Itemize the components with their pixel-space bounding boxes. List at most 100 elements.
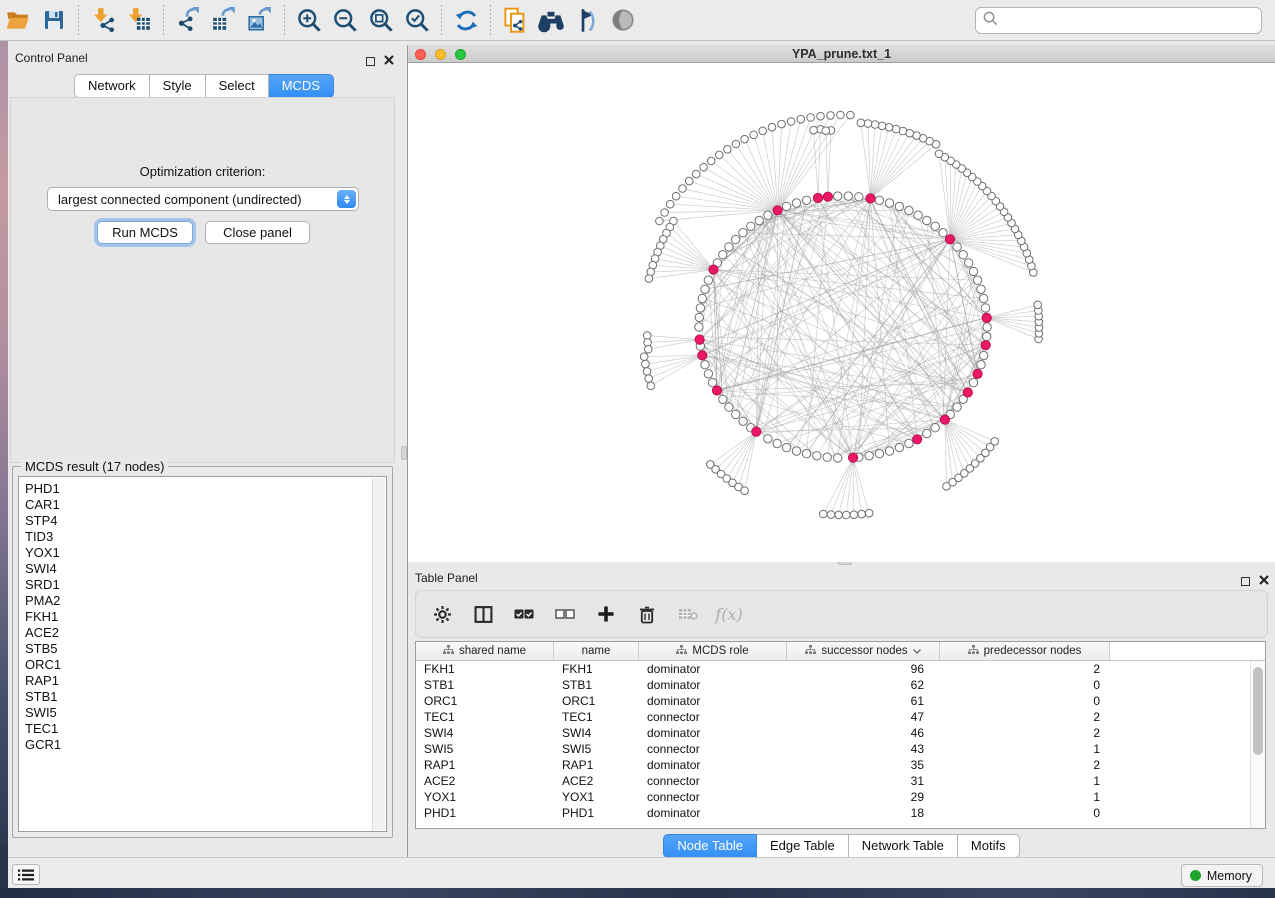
result-node[interactable]: STB5 xyxy=(19,641,386,657)
tab-edge-table[interactable]: Edge Table xyxy=(757,834,849,858)
float-panel-icon[interactable] xyxy=(366,57,375,66)
tab-node-table[interactable]: Node Table xyxy=(663,834,757,858)
select-all-checkboxes-icon[interactable] xyxy=(512,602,536,626)
search-field[interactable] xyxy=(975,7,1262,34)
result-list-scrollbar[interactable] xyxy=(372,478,385,830)
window-zoom-traffic-light[interactable] xyxy=(455,49,466,60)
tab-motifs[interactable]: Motifs xyxy=(958,834,1020,858)
mcds-panel: Optimization criterion: largest connecte… xyxy=(10,97,395,463)
attribute-type-icon xyxy=(968,645,979,658)
table-row[interactable]: STB1STB1dominator620 xyxy=(416,677,1265,693)
column-header-successor-nodes[interactable]: successor nodes xyxy=(787,642,940,660)
network-canvas[interactable] xyxy=(408,63,1275,562)
column-label: name xyxy=(582,645,611,657)
task-history-button[interactable] xyxy=(12,864,40,885)
zoom-selected-icon[interactable] xyxy=(399,4,435,36)
search-input[interactable] xyxy=(999,11,1261,31)
column-header-predecessor-nodes[interactable]: predecessor nodes xyxy=(940,642,1110,660)
import-network-icon[interactable] xyxy=(85,4,121,36)
tab-select[interactable]: Select xyxy=(206,74,269,98)
result-node[interactable]: ACE2 xyxy=(19,625,386,641)
cell-name: TEC1 xyxy=(554,709,639,725)
settings-gear-icon[interactable] xyxy=(430,602,454,626)
result-node[interactable]: STP4 xyxy=(19,513,386,529)
result-node[interactable]: STB1 xyxy=(19,689,386,705)
cell-mcds-role: dominator xyxy=(639,805,787,821)
table-row[interactable]: TEC1TEC1connector472 xyxy=(416,709,1265,725)
table-row[interactable]: SWI5SWI5connector431 xyxy=(416,741,1265,757)
run-mcds-button[interactable]: Run MCDS xyxy=(97,221,193,244)
result-node[interactable]: PMA2 xyxy=(19,593,386,609)
result-node[interactable]: RAP1 xyxy=(19,673,386,689)
search-network-icon[interactable] xyxy=(533,4,569,36)
tab-mcds[interactable]: MCDS xyxy=(269,74,334,98)
export-network-icon[interactable] xyxy=(170,4,206,36)
table-row[interactable]: FKH1FKH1dominator962 xyxy=(416,661,1265,677)
result-node[interactable]: ORC1 xyxy=(19,657,386,673)
memory-button[interactable]: Memory xyxy=(1181,864,1263,887)
tab-style[interactable]: Style xyxy=(150,74,206,98)
zoom-in-icon[interactable] xyxy=(291,4,327,36)
close-panel-icon[interactable] xyxy=(384,52,394,70)
zoom-fit-icon[interactable] xyxy=(363,4,399,36)
refresh-icon[interactable] xyxy=(448,4,484,36)
add-column-icon[interactable] xyxy=(594,602,618,626)
table-panel-tabs: Node TableEdge TableNetwork TableMotifs xyxy=(408,834,1275,858)
tab-network-table[interactable]: Network Table xyxy=(849,834,958,858)
table-row[interactable]: ACE2ACE2connector311 xyxy=(416,773,1265,789)
column-header-name[interactable]: name xyxy=(554,642,639,660)
result-node[interactable]: SRD1 xyxy=(19,577,386,593)
result-node[interactable]: FKH1 xyxy=(19,609,386,625)
table-row[interactable]: YOX1YOX1connector291 xyxy=(416,789,1265,805)
table-row[interactable]: SWI4SWI4dominator462 xyxy=(416,725,1265,741)
toolbar-separator xyxy=(441,5,442,35)
hide-details-icon[interactable] xyxy=(605,4,641,36)
result-node[interactable]: PHD1 xyxy=(19,481,386,497)
cell-predecessor-nodes: 0 xyxy=(940,677,1110,693)
cell-shared-name: RAP1 xyxy=(416,757,554,773)
scrollbar-thumb[interactable] xyxy=(1253,667,1263,755)
open-folder-icon[interactable] xyxy=(0,4,36,36)
column-label: predecessor nodes xyxy=(984,645,1082,657)
clone-network-icon[interactable] xyxy=(497,4,533,36)
result-node[interactable]: YOX1 xyxy=(19,545,386,561)
cell-shared-name: PHD1 xyxy=(416,805,554,821)
table-vertical-scrollbar[interactable] xyxy=(1250,661,1265,828)
result-node[interactable]: GCR1 xyxy=(19,737,386,753)
float-panel-icon[interactable] xyxy=(1241,577,1250,586)
window-minimize-traffic-light[interactable] xyxy=(435,49,446,60)
column-header-shared-name[interactable]: shared name xyxy=(416,642,554,660)
cell-shared-name: SWI5 xyxy=(416,741,554,757)
cell-successor-nodes: 46 xyxy=(787,725,940,741)
close-panel-button[interactable]: Close panel xyxy=(205,221,310,244)
node-table: shared name name MCDS rolesuccessor nodes p… xyxy=(415,641,1266,829)
show-graphics-details-icon[interactable] xyxy=(569,4,605,36)
table-row[interactable]: RAP1RAP1dominator352 xyxy=(416,757,1265,773)
cell-predecessor-nodes: 1 xyxy=(940,741,1110,757)
zoom-out-icon[interactable] xyxy=(327,4,363,36)
result-node[interactable]: CAR1 xyxy=(19,497,386,513)
tab-network[interactable]: Network xyxy=(74,74,150,98)
import-table-icon[interactable] xyxy=(121,4,157,36)
save-icon[interactable] xyxy=(36,4,72,36)
table-row[interactable]: ORC1ORC1dominator610 xyxy=(416,693,1265,709)
window-close-traffic-light[interactable] xyxy=(415,49,426,60)
table-row[interactable]: PHD1PHD1dominator180 xyxy=(416,805,1265,821)
result-node[interactable]: TID3 xyxy=(19,529,386,545)
table-panel: Table Panel xyxy=(408,565,1275,857)
result-node[interactable]: SWI4 xyxy=(19,561,386,577)
optimization-criterion-select[interactable]: largest connected component (undirected) xyxy=(47,187,359,211)
close-panel-icon[interactable] xyxy=(1259,572,1269,590)
show-columns-icon[interactable] xyxy=(471,602,495,626)
deselect-all-checkboxes-icon[interactable] xyxy=(553,602,577,626)
export-image-icon[interactable] xyxy=(242,4,278,36)
column-header-mcds-role[interactable]: MCDS role xyxy=(639,642,787,660)
result-node[interactable]: TEC1 xyxy=(19,721,386,737)
delete-column-trash-icon[interactable] xyxy=(635,602,659,626)
result-node[interactable]: SWI5 xyxy=(19,705,386,721)
mcds-result-list[interactable]: PHD1CAR1STP4TID3YOX1SWI4SRD1PMA2FKH1ACE2… xyxy=(18,476,387,832)
search-icon xyxy=(982,10,999,32)
export-table-icon[interactable] xyxy=(206,4,242,36)
cell-name: PHD1 xyxy=(554,805,639,821)
cell-shared-name: FKH1 xyxy=(416,661,554,677)
